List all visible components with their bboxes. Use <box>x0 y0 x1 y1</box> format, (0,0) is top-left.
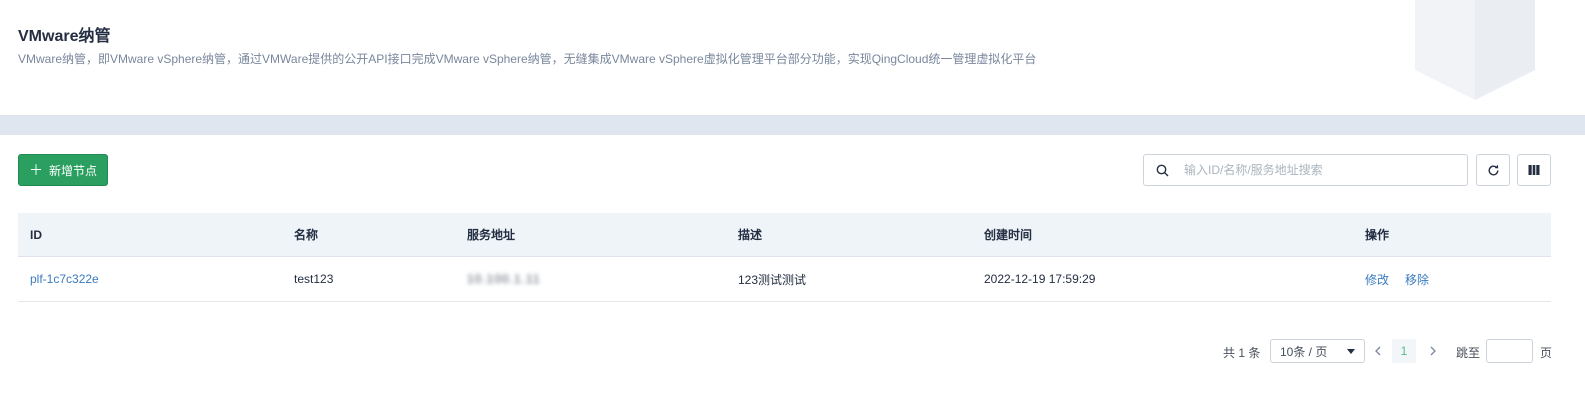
node-description: 123测试测试 <box>738 272 807 287</box>
column-settings-button[interactable] <box>1517 154 1551 186</box>
search-input[interactable] <box>1180 156 1467 184</box>
remove-link[interactable]: 移除 <box>1405 271 1429 288</box>
page-description: VMware纳管，即VMware vSphere纳管，通过VMWare提供的公开… <box>18 52 1037 66</box>
add-node-button[interactable]: ＋ 新增节点 <box>18 154 108 186</box>
columns-icon <box>1528 165 1540 175</box>
table-header: ID 名称 服务地址 描述 创建时间 操作 <box>18 213 1551 257</box>
jump-label: 跳至 <box>1456 346 1481 360</box>
column-header-id: ID <box>30 227 42 242</box>
plus-icon: ＋ <box>28 162 43 178</box>
search-icon <box>1144 164 1180 177</box>
page-unit-label: 页 <box>1540 346 1553 360</box>
page-title: VMware纳管 <box>18 28 111 45</box>
column-header-actions: 操作 <box>1365 228 1390 242</box>
node-created-time: 2022-12-19 17:59:29 <box>984 272 1096 286</box>
refresh-button[interactable] <box>1476 154 1510 186</box>
page-size-select[interactable]: 10条 / 页 <box>1270 339 1365 363</box>
node-address: 10.100.1.11 <box>467 257 541 301</box>
jump-page-input[interactable] <box>1486 339 1533 363</box>
total-count: 共 1 条 <box>1223 346 1261 360</box>
refresh-icon <box>1488 164 1498 175</box>
edit-link[interactable]: 修改 <box>1365 271 1389 288</box>
row-actions: 修改 移除 <box>1365 257 1429 301</box>
node-name: test123 <box>294 272 334 286</box>
redacted-address: 10.100.1.11 <box>467 272 541 286</box>
node-id-link[interactable]: plf-1c7c322e <box>30 257 99 301</box>
column-header-created: 创建时间 <box>984 228 1033 242</box>
page-number-1[interactable]: 1 <box>1392 339 1416 363</box>
page-size-label: 10条 / 页 <box>1280 344 1328 359</box>
toolbar: ＋ 新增节点 <box>0 135 1585 205</box>
chevron-right-icon <box>1430 346 1436 356</box>
pagination: 共 1 条 10条 / 页 1 跳至 页 <box>0 338 1585 364</box>
column-header-name: 名称 <box>294 228 319 242</box>
nodes-table: ID 名称 服务地址 描述 创建时间 操作 plf-1c7c322e test1… <box>18 213 1551 302</box>
column-header-description: 描述 <box>738 228 763 242</box>
next-page-button[interactable] <box>1426 342 1440 360</box>
table-row: plf-1c7c322e test123 10.100.1.11 123测试测试… <box>18 257 1551 302</box>
prev-page-button[interactable] <box>1370 342 1384 360</box>
chevron-left-icon <box>1374 346 1380 356</box>
caret-down-icon <box>1347 349 1355 354</box>
column-header-address: 服务地址 <box>467 228 516 242</box>
vmware-cube-icon <box>1415 0 1535 100</box>
section-divider <box>0 116 1585 135</box>
add-node-label: 新增节点 <box>48 163 97 178</box>
search-box[interactable] <box>1143 154 1468 186</box>
page-header: VMware纳管 VMware纳管，即VMware vSphere纳管，通过VM… <box>0 0 1585 116</box>
